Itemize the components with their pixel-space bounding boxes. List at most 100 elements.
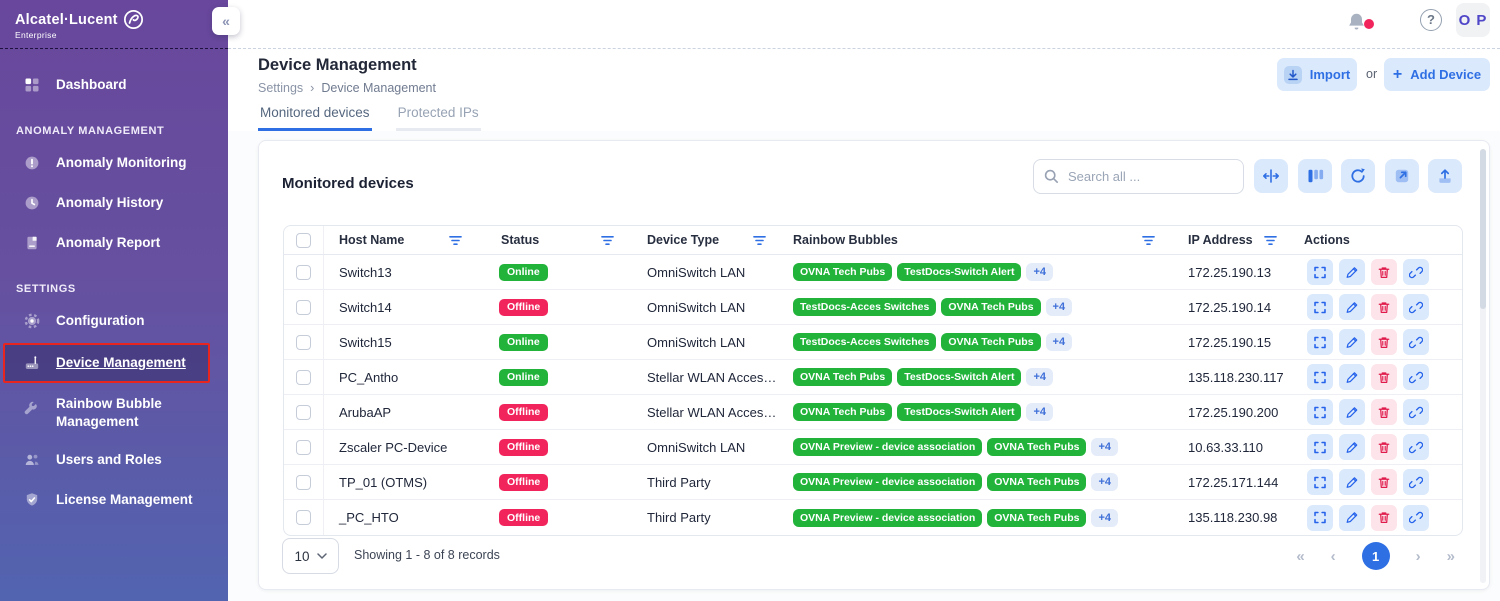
unbind-device-button[interactable] bbox=[1403, 505, 1429, 531]
filter-icon[interactable] bbox=[1264, 235, 1277, 246]
delete-device-button[interactable] bbox=[1371, 259, 1397, 285]
bubble-overflow-badge[interactable]: +4 bbox=[1091, 509, 1118, 527]
rainbow-bubble: OVNA Tech Pubs bbox=[987, 438, 1086, 456]
edit-device-button[interactable] bbox=[1339, 399, 1365, 425]
breadcrumb-root[interactable]: Settings bbox=[258, 81, 303, 95]
add-device-button[interactable]: + Add Device bbox=[1384, 58, 1490, 91]
delete-device-button[interactable] bbox=[1371, 294, 1397, 320]
unbind-device-button[interactable] bbox=[1403, 259, 1429, 285]
edit-device-button[interactable] bbox=[1339, 505, 1365, 531]
page-size-select[interactable]: 10 bbox=[282, 538, 339, 574]
edit-device-button[interactable] bbox=[1339, 364, 1365, 390]
expand-device-button[interactable] bbox=[1307, 469, 1333, 495]
card-heading: Monitored devices bbox=[282, 175, 414, 192]
import-button[interactable]: Import bbox=[1277, 58, 1357, 91]
expand-icon bbox=[1313, 300, 1327, 315]
sidebar-item-anomaly-history[interactable]: Anomaly History bbox=[0, 183, 228, 223]
fit-columns-button[interactable] bbox=[1254, 159, 1288, 193]
filter-icon[interactable] bbox=[601, 235, 614, 246]
device-type: Stellar WLAN Access... bbox=[632, 370, 778, 385]
expand-device-button[interactable] bbox=[1307, 399, 1333, 425]
expand-device-button[interactable] bbox=[1307, 434, 1333, 460]
row-checkbox[interactable] bbox=[296, 300, 311, 315]
rainbow-bubble: TestDocs-Acces Switches bbox=[793, 333, 936, 351]
sidebar-item-anomaly-monitoring[interactable]: Anomaly Monitoring bbox=[0, 143, 228, 183]
refresh-button[interactable] bbox=[1341, 159, 1375, 193]
sidebar-item-device-management[interactable]: Device Management bbox=[3, 343, 210, 383]
expand-device-button[interactable] bbox=[1307, 329, 1333, 355]
select-all-checkbox[interactable] bbox=[296, 233, 311, 248]
refresh-icon bbox=[1349, 167, 1367, 185]
expand-device-button[interactable] bbox=[1307, 294, 1333, 320]
host-name: _PC_HTO bbox=[324, 510, 486, 525]
row-checkbox[interactable] bbox=[296, 335, 311, 350]
delete-device-button[interactable] bbox=[1371, 434, 1397, 460]
edit-device-button[interactable] bbox=[1339, 434, 1365, 460]
sidebar-item-users-and-roles[interactable]: Users and Roles bbox=[0, 440, 228, 480]
delete-device-button[interactable] bbox=[1371, 329, 1397, 355]
scrollbar-thumb[interactable] bbox=[1480, 149, 1486, 309]
unbind-device-button[interactable] bbox=[1403, 294, 1429, 320]
delete-device-button[interactable] bbox=[1371, 469, 1397, 495]
export-button[interactable] bbox=[1428, 159, 1462, 193]
delete-device-button[interactable] bbox=[1371, 505, 1397, 531]
unbind-device-button[interactable] bbox=[1403, 434, 1429, 460]
tab-bar: Monitored devices Protected IPs bbox=[228, 103, 1500, 131]
open-external-button[interactable] bbox=[1385, 159, 1419, 193]
help-icon[interactable]: ? bbox=[1420, 9, 1442, 31]
expand-device-button[interactable] bbox=[1307, 505, 1333, 531]
bubble-overflow-badge[interactable]: +4 bbox=[1026, 368, 1053, 386]
unbind-device-button[interactable] bbox=[1403, 469, 1429, 495]
columns-button[interactable] bbox=[1298, 159, 1332, 193]
tab-protected-ips[interactable]: Protected IPs bbox=[396, 103, 481, 131]
unbind-device-button[interactable] bbox=[1403, 364, 1429, 390]
sidebar-item-anomaly-report[interactable]: Anomaly Report bbox=[0, 223, 228, 263]
edit-device-button[interactable] bbox=[1339, 469, 1365, 495]
row-checkbox[interactable] bbox=[296, 440, 311, 455]
vertical-scrollbar[interactable] bbox=[1480, 149, 1486, 583]
report-document-icon bbox=[22, 233, 42, 253]
row-checkbox[interactable] bbox=[296, 370, 311, 385]
prev-page-button[interactable]: ‹ bbox=[1331, 548, 1336, 565]
sidebar-item-configuration[interactable]: Configuration bbox=[0, 301, 228, 341]
expand-device-button[interactable] bbox=[1307, 364, 1333, 390]
current-page-button[interactable]: 1 bbox=[1362, 542, 1390, 570]
delete-device-button[interactable] bbox=[1371, 364, 1397, 390]
unbind-device-button[interactable] bbox=[1403, 329, 1429, 355]
breadcrumb-current: Device Management bbox=[321, 81, 436, 95]
expand-device-button[interactable] bbox=[1307, 259, 1333, 285]
filter-icon[interactable] bbox=[753, 235, 766, 246]
sidebar-item-license-management[interactable]: License Management bbox=[0, 480, 228, 520]
brand-logo: Alcatel·Lucent Enterprise bbox=[0, 0, 228, 49]
next-page-button[interactable]: › bbox=[1416, 548, 1421, 565]
row-checkbox[interactable] bbox=[296, 510, 311, 525]
sidebar-item-rainbow-bubble-management[interactable]: Rainbow Bubble Management bbox=[0, 385, 228, 440]
sidebar-item-dashboard[interactable]: Dashboard bbox=[0, 65, 228, 105]
bubble-overflow-badge[interactable]: +4 bbox=[1046, 298, 1073, 316]
avatar[interactable]: O P bbox=[1456, 3, 1490, 37]
edit-device-button[interactable] bbox=[1339, 294, 1365, 320]
edit-device-button[interactable] bbox=[1339, 329, 1365, 355]
delete-device-button[interactable] bbox=[1371, 399, 1397, 425]
status-badge: Offline bbox=[499, 404, 548, 421]
notifications-bell-icon[interactable] bbox=[1346, 11, 1368, 33]
rainbow-bubble: OVNA Tech Pubs bbox=[987, 509, 1086, 527]
bubble-overflow-badge[interactable]: +4 bbox=[1026, 403, 1053, 421]
tab-monitored-devices[interactable]: Monitored devices bbox=[258, 103, 372, 131]
row-checkbox[interactable] bbox=[296, 475, 311, 490]
sidebar-collapse-button[interactable]: « bbox=[212, 7, 240, 35]
search-input[interactable] bbox=[1033, 159, 1244, 194]
edit-device-button[interactable] bbox=[1339, 259, 1365, 285]
first-page-button[interactable]: « bbox=[1296, 548, 1304, 565]
pencil-icon bbox=[1345, 510, 1359, 525]
last-page-button[interactable]: » bbox=[1447, 548, 1455, 565]
bubble-overflow-badge[interactable]: +4 bbox=[1026, 263, 1053, 281]
filter-icon[interactable] bbox=[1142, 235, 1155, 246]
filter-icon[interactable] bbox=[449, 235, 462, 246]
unbind-device-button[interactable] bbox=[1403, 399, 1429, 425]
bubble-overflow-badge[interactable]: +4 bbox=[1091, 438, 1118, 456]
row-checkbox[interactable] bbox=[296, 405, 311, 420]
bubble-overflow-badge[interactable]: +4 bbox=[1091, 473, 1118, 491]
row-checkbox[interactable] bbox=[296, 265, 311, 280]
bubble-overflow-badge[interactable]: +4 bbox=[1046, 333, 1073, 351]
